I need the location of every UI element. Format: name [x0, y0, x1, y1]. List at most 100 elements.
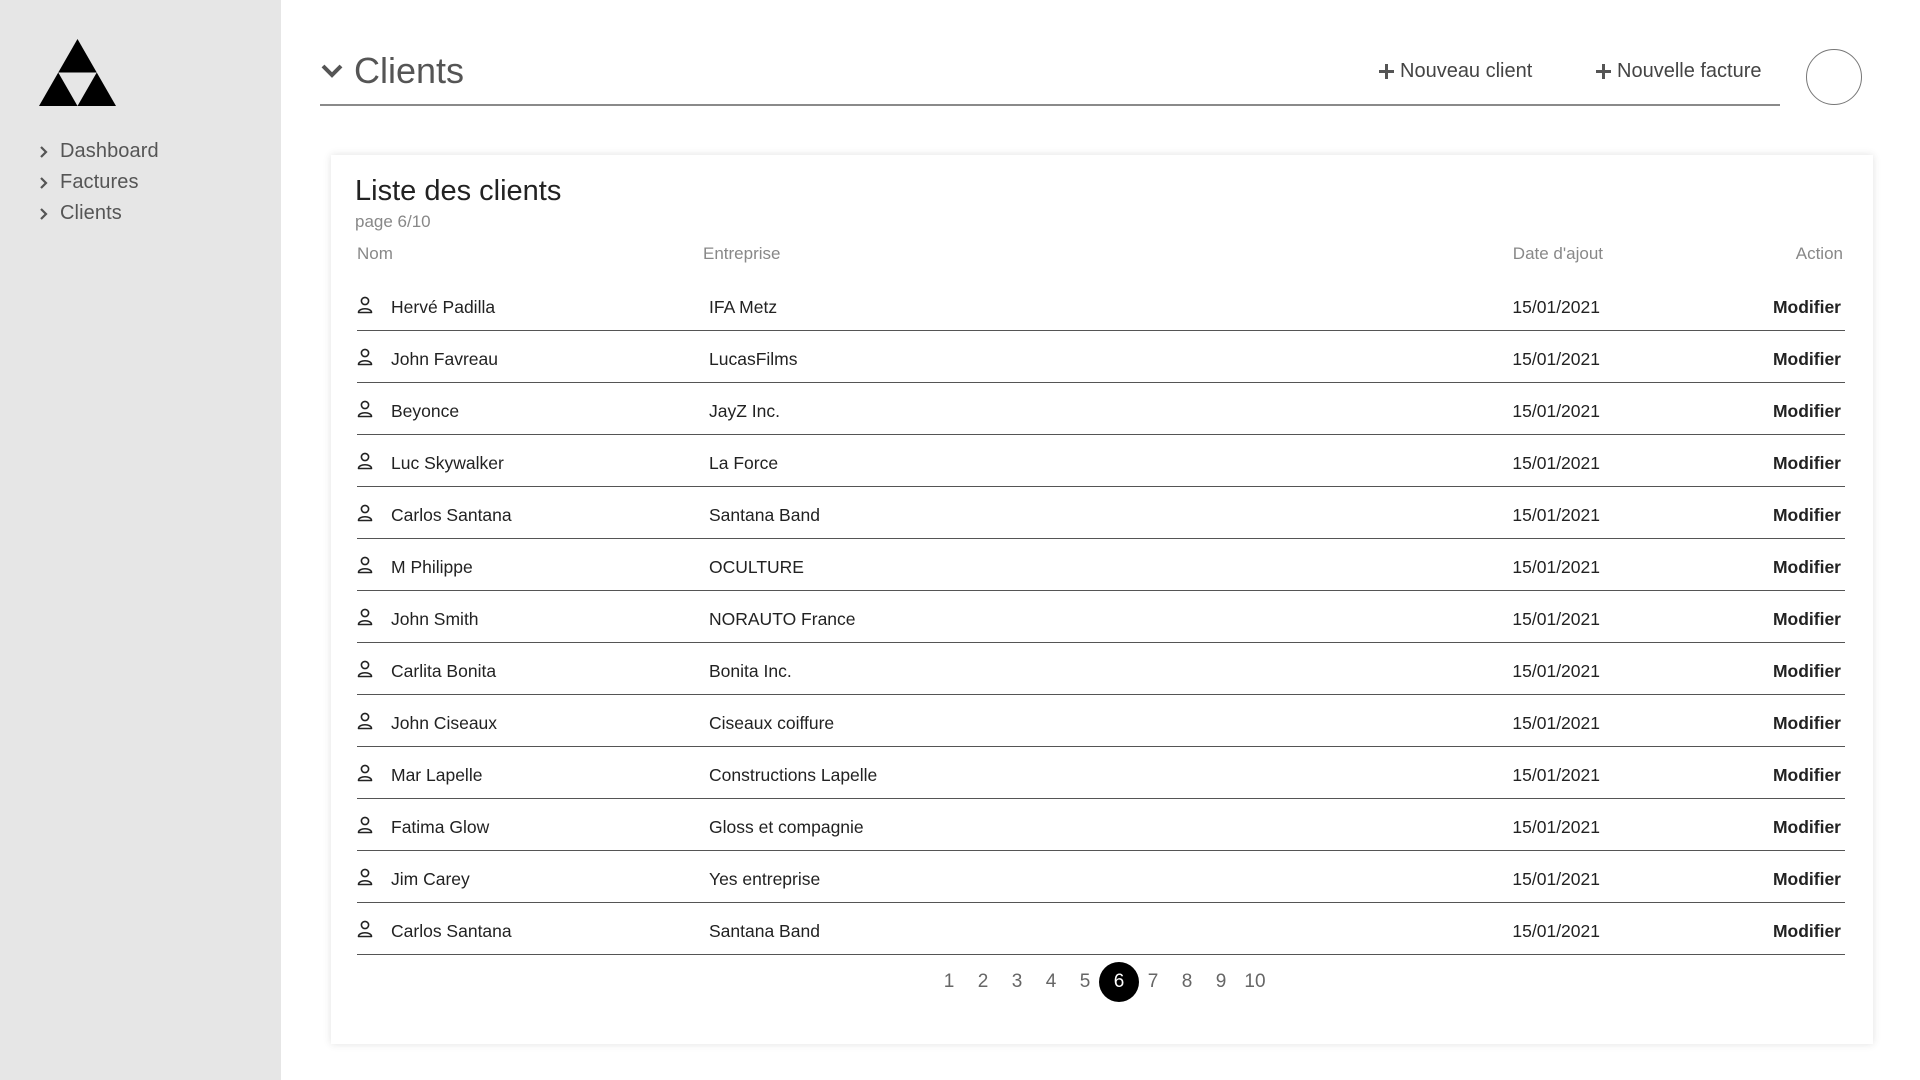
client-company: Ciseaux coiffure — [709, 713, 835, 733]
avatar[interactable] — [1806, 49, 1862, 105]
column-header-name: Nom — [357, 244, 393, 263]
client-name: Fatima Glow — [391, 817, 490, 837]
clients-table: Hervé Padilla IFA Metz 15/01/2021 Modifier J… — [357, 279, 1845, 955]
user-icon — [357, 504, 373, 522]
chevron-right-icon — [39, 145, 49, 159]
plus-icon — [1378, 63, 1395, 80]
client-name: John Favreau — [391, 349, 499, 369]
page-button[interactable]: 4 — [1034, 962, 1068, 1002]
page-title-toggle[interactable]: Clients — [320, 50, 464, 92]
table-row: Mar Lapelle Constructions Lapelle 15/01/20… — [357, 747, 1845, 799]
edit-client-button[interactable]: Modifier — [1773, 921, 1841, 942]
page-header: Clients Nouveau client Nouvelle facture — [320, 40, 1780, 106]
edit-client-button[interactable]: Modifier — [1773, 349, 1841, 370]
user-icon — [357, 296, 373, 314]
triforce-logo[interactable] — [39, 39, 116, 106]
table-row: Beyonce JayZ Inc. 15/01/2021 Modifier — [357, 383, 1845, 435]
user-icon — [357, 348, 373, 366]
page-button[interactable]: 7 — [1136, 962, 1170, 1002]
client-company: NORAUTO France — [709, 609, 856, 629]
edit-client-button[interactable]: Modifier — [1773, 869, 1841, 890]
table-row: John Smith NORAUTO France 15/01/2021 Modifi… — [357, 591, 1845, 643]
client-company: IFA Metz — [709, 297, 778, 317]
table-row: Hervé Padilla IFA Metz 15/01/2021 Modifier — [357, 279, 1845, 331]
client-company: Gloss et compagnie — [709, 817, 864, 837]
edit-client-button[interactable]: Modifier — [1773, 297, 1841, 318]
client-name: Beyonce — [391, 401, 460, 421]
client-name: M Philippe — [391, 557, 473, 577]
column-header-date: Date d'ajout — [1512, 244, 1603, 263]
table-row: Carlos Santana Santana Band 15/01/2021 Modi… — [357, 903, 1845, 955]
client-date-added: 15/01/2021 — [1512, 557, 1600, 577]
edit-client-button[interactable]: Modifier — [1773, 401, 1841, 422]
sidebar-item-label: Clients — [60, 202, 122, 224]
chevron-right-icon — [39, 207, 49, 221]
client-company: OCULTURE — [709, 557, 804, 577]
client-company: Bonita Inc. — [709, 661, 792, 681]
page-button[interactable]: 6 — [1099, 962, 1139, 1002]
user-icon — [357, 712, 373, 730]
sidebar-item-label: Dashboard — [60, 140, 159, 162]
page-title: Clients — [354, 50, 465, 91]
new-invoice-button[interactable]: Nouvelle facture — [1595, 60, 1762, 83]
edit-client-button[interactable]: Modifier — [1773, 765, 1841, 786]
sidebar-item-clients[interactable]: Clients — [39, 198, 159, 229]
client-name: Hervé Padilla — [391, 297, 496, 317]
user-icon — [357, 556, 373, 574]
column-header-company: Entreprise — [703, 244, 781, 263]
client-date-added: 15/01/2021 — [1512, 869, 1600, 889]
user-icon — [357, 608, 373, 626]
client-company: JayZ Inc. — [709, 401, 780, 421]
user-icon — [357, 400, 373, 418]
user-icon — [357, 868, 373, 886]
edit-client-button[interactable]: Modifier — [1773, 557, 1841, 578]
client-name: Carlita Bonita — [391, 661, 497, 681]
sidebar-item-factures[interactable]: Factures — [39, 167, 159, 198]
edit-client-button[interactable]: Modifier — [1773, 817, 1841, 838]
client-date-added: 15/01/2021 — [1512, 453, 1600, 473]
client-name: Carlos Santana — [391, 505, 512, 525]
client-date-added: 15/01/2021 — [1512, 297, 1600, 317]
client-name: John Smith — [391, 609, 479, 629]
column-header-action: Action — [1795, 244, 1843, 263]
card-title: Liste des clients — [355, 175, 562, 207]
plus-icon — [1595, 63, 1612, 80]
sidebar-item-dashboard[interactable]: Dashboard — [39, 136, 159, 167]
page-button[interactable]: 2 — [966, 962, 1000, 1002]
sidebar: Dashboard Factures Clients — [0, 0, 281, 1080]
edit-client-button[interactable]: Modifier — [1773, 609, 1841, 630]
client-date-added: 15/01/2021 — [1512, 349, 1600, 369]
page-button[interactable]: 5 — [1068, 962, 1102, 1002]
client-company: Yes entreprise — [709, 869, 821, 889]
page-button[interactable]: 8 — [1170, 962, 1204, 1002]
table-row: Carlita Bonita Bonita Inc. 15/01/2021 Modif… — [357, 643, 1845, 695]
table-row: M Philippe OCULTURE 15/01/2021 Modifier — [357, 539, 1845, 591]
edit-client-button[interactable]: Modifier — [1773, 661, 1841, 682]
edit-client-button[interactable]: Modifier — [1773, 505, 1841, 526]
page-button[interactable]: 3 — [1000, 962, 1034, 1002]
new-client-button[interactable]: Nouveau client — [1378, 60, 1532, 83]
client-name: Mar Lapelle — [391, 765, 483, 785]
table-row: Carlos Santana Santana Band 15/01/2021 Modi… — [357, 487, 1845, 539]
page-button[interactable]: 9 — [1204, 962, 1238, 1002]
client-date-added: 15/01/2021 — [1512, 817, 1600, 837]
chevron-down-icon — [320, 63, 344, 79]
edit-client-button[interactable]: Modifier — [1773, 713, 1841, 734]
page-button[interactable]: 10 — [1238, 962, 1272, 1002]
user-icon — [357, 660, 373, 678]
client-name: Luc Skywalker — [391, 453, 504, 473]
user-icon — [357, 452, 373, 470]
client-date-added: 15/01/2021 — [1512, 921, 1600, 941]
client-name: Jim Carey — [391, 869, 470, 889]
page-indicator: page 6/10 — [355, 212, 431, 231]
client-date-added: 15/01/2021 — [1512, 609, 1600, 629]
client-date-added: 15/01/2021 — [1512, 713, 1600, 733]
user-icon — [357, 816, 373, 834]
client-date-added: 15/01/2021 — [1512, 505, 1600, 525]
table-row: John Ciseaux Ciseaux coiffure 15/01/2021 Mo… — [357, 695, 1845, 747]
page-button[interactable]: 1 — [932, 962, 966, 1002]
table-row: Luc Skywalker La Force 15/01/2021 Modifier — [357, 435, 1845, 487]
sidebar-item-label: Factures — [60, 171, 139, 193]
edit-client-button[interactable]: Modifier — [1773, 453, 1841, 474]
user-icon — [357, 764, 373, 782]
